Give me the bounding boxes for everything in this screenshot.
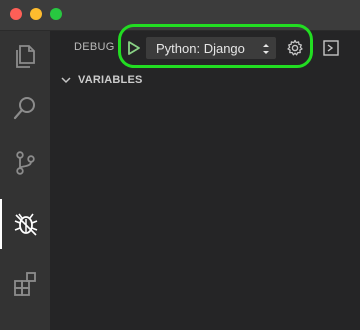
- debug-button[interactable]: [0, 199, 50, 249]
- debug-configuration-value: Python: Django: [156, 41, 245, 56]
- minimize-window-button[interactable]: [30, 8, 42, 20]
- maximize-window-button[interactable]: [50, 8, 62, 20]
- select-arrows-icon: [263, 44, 269, 54]
- source-control-button[interactable]: [0, 138, 50, 188]
- explorer-button[interactable]: [0, 31, 50, 81]
- vscode-window: DEBUG Python: Django VARIABLES: [0, 0, 360, 330]
- debug-configuration-select[interactable]: Python: Django: [146, 37, 276, 59]
- debug-view-title: DEBUG: [74, 41, 115, 53]
- search-icon: [13, 97, 35, 120]
- variables-section-header[interactable]: VARIABLES: [50, 69, 360, 91]
- close-window-button[interactable]: [10, 8, 22, 20]
- extensions-icon: [14, 272, 36, 296]
- debug-console-icon: [323, 40, 339, 56]
- gear-icon: [287, 39, 303, 56]
- open-launch-json-button[interactable]: [284, 37, 306, 59]
- start-debugging-button[interactable]: [124, 38, 144, 58]
- title-bar: [0, 0, 360, 31]
- search-button[interactable]: [0, 83, 50, 133]
- debug-toolbar: DEBUG Python: Django: [50, 24, 360, 68]
- chevron-down-icon: [58, 72, 74, 88]
- activity-bar: [0, 31, 50, 330]
- variables-panel: [50, 91, 360, 330]
- play-icon: [128, 41, 140, 55]
- variables-section-title: VARIABLES: [78, 74, 143, 86]
- extensions-button[interactable]: [0, 259, 50, 309]
- debug-sidebar: DEBUG Python: Django VARIABLES: [50, 24, 360, 330]
- files-icon: [16, 45, 35, 68]
- source-control-icon: [16, 151, 35, 175]
- debug-console-button[interactable]: [320, 37, 342, 59]
- debug-icon: [14, 213, 38, 236]
